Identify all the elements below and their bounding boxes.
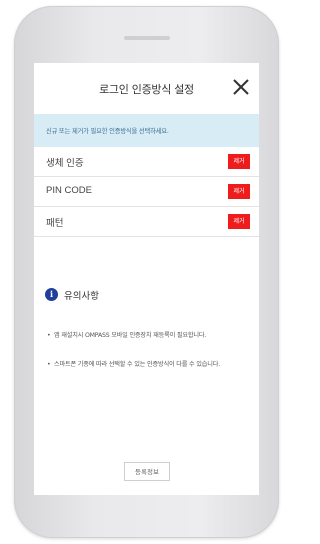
phone-speaker [124, 36, 170, 40]
auth-method-label: 생체 인증 [46, 158, 84, 169]
bullet-dot: • [47, 361, 51, 368]
auth-row-pattern: 패턴 제거 [34, 207, 259, 237]
caution-title: 유의사항 [64, 291, 99, 302]
auth-method-label: 패턴 [46, 218, 64, 229]
dialog-title: 로그인 인증방식 설정 [99, 83, 194, 96]
screen: 로그인 인증방식 설정 신규 또는 제거가 필요한 인증방식을 선택하세요. 생… [34, 63, 259, 495]
notice-banner: 신규 또는 제거가 필요한 인증방식을 선택하세요. [34, 114, 259, 147]
close-icon[interactable] [231, 77, 251, 97]
registration-info-button[interactable]: 등록정보 [124, 462, 170, 481]
caution-item: • 앱 재설치시 OMPASS 모바일 인증장치 재등록이 필요합니다. [47, 331, 254, 341]
caution-item-text: 앱 재설치시 OMPASS 모바일 인증장치 재등록이 필요합니다. [54, 332, 207, 339]
auth-row-pin: PIN CODE 제거 [34, 177, 259, 207]
remove-pin-button[interactable]: 제거 [228, 184, 250, 199]
caution-item: • 스마트폰 기종에 따라 선택할 수 있는 인증방식이 다를 수 있습니다. [47, 360, 254, 370]
info-icon: i [45, 288, 58, 301]
caution-item-text: 스마트폰 기종에 따라 선택할 수 있는 인증방식이 다를 수 있습니다. [54, 361, 220, 368]
bullet-dot: • [47, 332, 51, 339]
remove-pattern-button[interactable]: 제거 [228, 214, 250, 229]
phone-frame: 로그인 인증방식 설정 신규 또는 제거가 필요한 인증방식을 선택하세요. 생… [14, 6, 279, 538]
dialog-header: 로그인 인증방식 설정 [34, 63, 259, 114]
auth-row-biometric: 생체 인증 제거 [34, 147, 259, 177]
auth-method-label: PIN CODE [46, 185, 92, 196]
notice-text: 신규 또는 제거가 필요한 인증방식을 선택하세요. [46, 128, 169, 135]
remove-biometric-button[interactable]: 제거 [228, 154, 250, 169]
